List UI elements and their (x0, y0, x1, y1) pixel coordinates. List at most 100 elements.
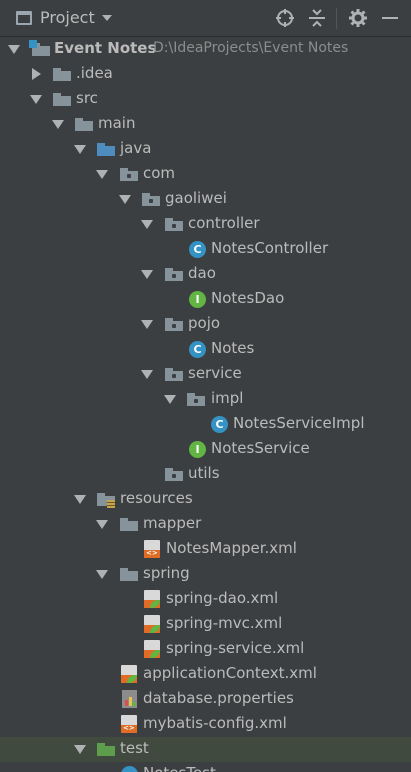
tree-node-main[interactable]: main (0, 112, 411, 137)
tree-node-label: main (98, 114, 136, 132)
tree-node-label: service (188, 364, 242, 382)
tree-node-label: mapper (143, 514, 202, 532)
package-icon (120, 168, 138, 181)
tree-node-notes-service-impl[interactable]: C NotesServiceImpl (0, 412, 411, 437)
collapse-all-icon[interactable] (307, 8, 327, 28)
tree-node-service[interactable]: service (0, 362, 411, 387)
tree-node-label: impl (211, 389, 244, 407)
expand-arrow-icon[interactable] (74, 495, 86, 504)
project-view-title[interactable]: Project (40, 8, 95, 27)
package-icon (142, 193, 160, 206)
package-icon (165, 268, 183, 281)
tree-node-database-properties[interactable]: database.properties (0, 687, 411, 712)
root-label: Event Notes (54, 39, 157, 57)
class-icon: C (189, 241, 206, 258)
tree-node-label: Notes (211, 339, 255, 357)
expand-arrow-icon[interactable] (96, 170, 108, 179)
class-icon: C (211, 416, 228, 433)
package-icon (165, 368, 183, 381)
tree-node-label: NotesTest (143, 764, 216, 772)
tree-node-mapper[interactable]: mapper (0, 512, 411, 537)
folder-icon (120, 568, 138, 581)
tree-node-java[interactable]: java (0, 137, 411, 162)
tree-node-label: spring-mvc.xml (166, 614, 283, 632)
tree-node-controller[interactable]: controller (0, 212, 411, 237)
tree-node-label: gaoliwei (165, 189, 227, 207)
expand-arrow-icon[interactable] (141, 220, 153, 229)
expand-arrow-icon[interactable] (8, 45, 20, 54)
tree-node-label: dao (188, 264, 216, 282)
expand-arrow-icon[interactable] (30, 95, 42, 104)
tree-node-label: .idea (76, 64, 113, 82)
tree-node-label: NotesMapper.xml (166, 539, 297, 557)
class-icon: C (189, 341, 206, 358)
folder-icon (53, 93, 71, 106)
root-path: D:\IdeaProjects\Event Notes (153, 40, 349, 56)
tree-node-pojo[interactable]: pojo (0, 312, 411, 337)
xml-file-icon: <> (121, 715, 137, 733)
expand-arrow-icon[interactable] (119, 195, 131, 204)
tree-node-utils[interactable]: utils (0, 462, 411, 487)
tree-node-notes-test[interactable]: NotesTest (0, 762, 411, 772)
expand-arrow-icon[interactable] (74, 145, 86, 154)
expand-arrow-icon[interactable] (141, 270, 153, 279)
tree-node-label: NotesServiceImpl (233, 414, 365, 432)
test-class-icon (121, 766, 138, 772)
folder-icon (53, 68, 71, 81)
tree-node-com[interactable]: com (0, 162, 411, 187)
tree-node-application-context-xml[interactable]: applicationContext.xml (0, 662, 411, 687)
expand-arrow-icon[interactable] (52, 120, 64, 129)
tree-node-spring[interactable]: spring (0, 562, 411, 587)
tree-node-label: NotesDao (211, 289, 285, 307)
tree-node-notes-service[interactable]: I NotesService (0, 437, 411, 462)
tree-node-gaoliwei[interactable]: gaoliwei (0, 187, 411, 212)
tree-node-label: applicationContext.xml (143, 664, 317, 682)
spring-xml-icon (121, 665, 137, 683)
expand-arrow-icon[interactable] (96, 570, 108, 579)
tree-node-label: spring-dao.xml (166, 589, 279, 607)
tree-node-spring-mvc-xml[interactable]: spring-mvc.xml (0, 612, 411, 637)
spring-xml-icon (144, 640, 160, 658)
tree-node-notes-controller[interactable]: C NotesController (0, 237, 411, 262)
tree-node-label: com (143, 164, 176, 182)
tree-node-label: NotesService (211, 439, 310, 457)
tree-node-root[interactable]: Event Notes D:\IdeaProjects\Event Notes (0, 37, 411, 62)
tree-node-label: resources (120, 489, 193, 507)
tree-node-label: pojo (188, 314, 221, 332)
expand-arrow-icon[interactable] (74, 745, 86, 754)
expand-arrow-icon[interactable] (96, 520, 108, 529)
expand-arrow-icon[interactable] (141, 320, 153, 329)
tree-node-label: src (76, 89, 98, 107)
package-icon (165, 468, 183, 481)
locate-icon[interactable] (275, 8, 295, 28)
tree-node-mybatis-config-xml[interactable]: <> mybatis-config.xml (0, 712, 411, 737)
tree-node-spring-dao-xml[interactable]: spring-dao.xml (0, 587, 411, 612)
tree-node-label: controller (188, 214, 260, 232)
spring-xml-icon (144, 590, 160, 608)
tree-node-notes-dao[interactable]: I NotesDao (0, 287, 411, 312)
expand-arrow-icon[interactable] (141, 370, 153, 379)
view-dropdown-icon[interactable] (102, 15, 112, 21)
tree-node-notes[interactable]: C Notes (0, 337, 411, 362)
tree-node-dao[interactable]: dao (0, 262, 411, 287)
collapsed-arrow-icon[interactable] (32, 68, 41, 80)
package-icon (165, 318, 183, 331)
tree-node-idea[interactable]: .idea (0, 62, 411, 87)
tree-node-src[interactable]: src (0, 87, 411, 112)
project-toolwindow-header: Project (0, 0, 411, 37)
source-folder-icon (97, 143, 115, 156)
spring-xml-icon (144, 615, 160, 633)
package-icon (165, 218, 183, 231)
interface-icon: I (189, 291, 206, 308)
tree-node-label: spring-service.xml (166, 639, 305, 657)
tree-node-resources[interactable]: resources (0, 487, 411, 512)
expand-arrow-icon[interactable] (164, 395, 176, 404)
gear-icon[interactable] (348, 8, 368, 28)
package-icon (187, 393, 205, 406)
tree-node-spring-service-xml[interactable]: spring-service.xml (0, 637, 411, 662)
tree-node-impl[interactable]: impl (0, 387, 411, 412)
tree-node-notes-mapper-xml[interactable]: <> NotesMapper.xml (0, 537, 411, 562)
minimize-icon[interactable] (380, 8, 400, 28)
tree-node-test[interactable]: test (0, 737, 411, 762)
xml-file-icon: <> (144, 540, 160, 558)
